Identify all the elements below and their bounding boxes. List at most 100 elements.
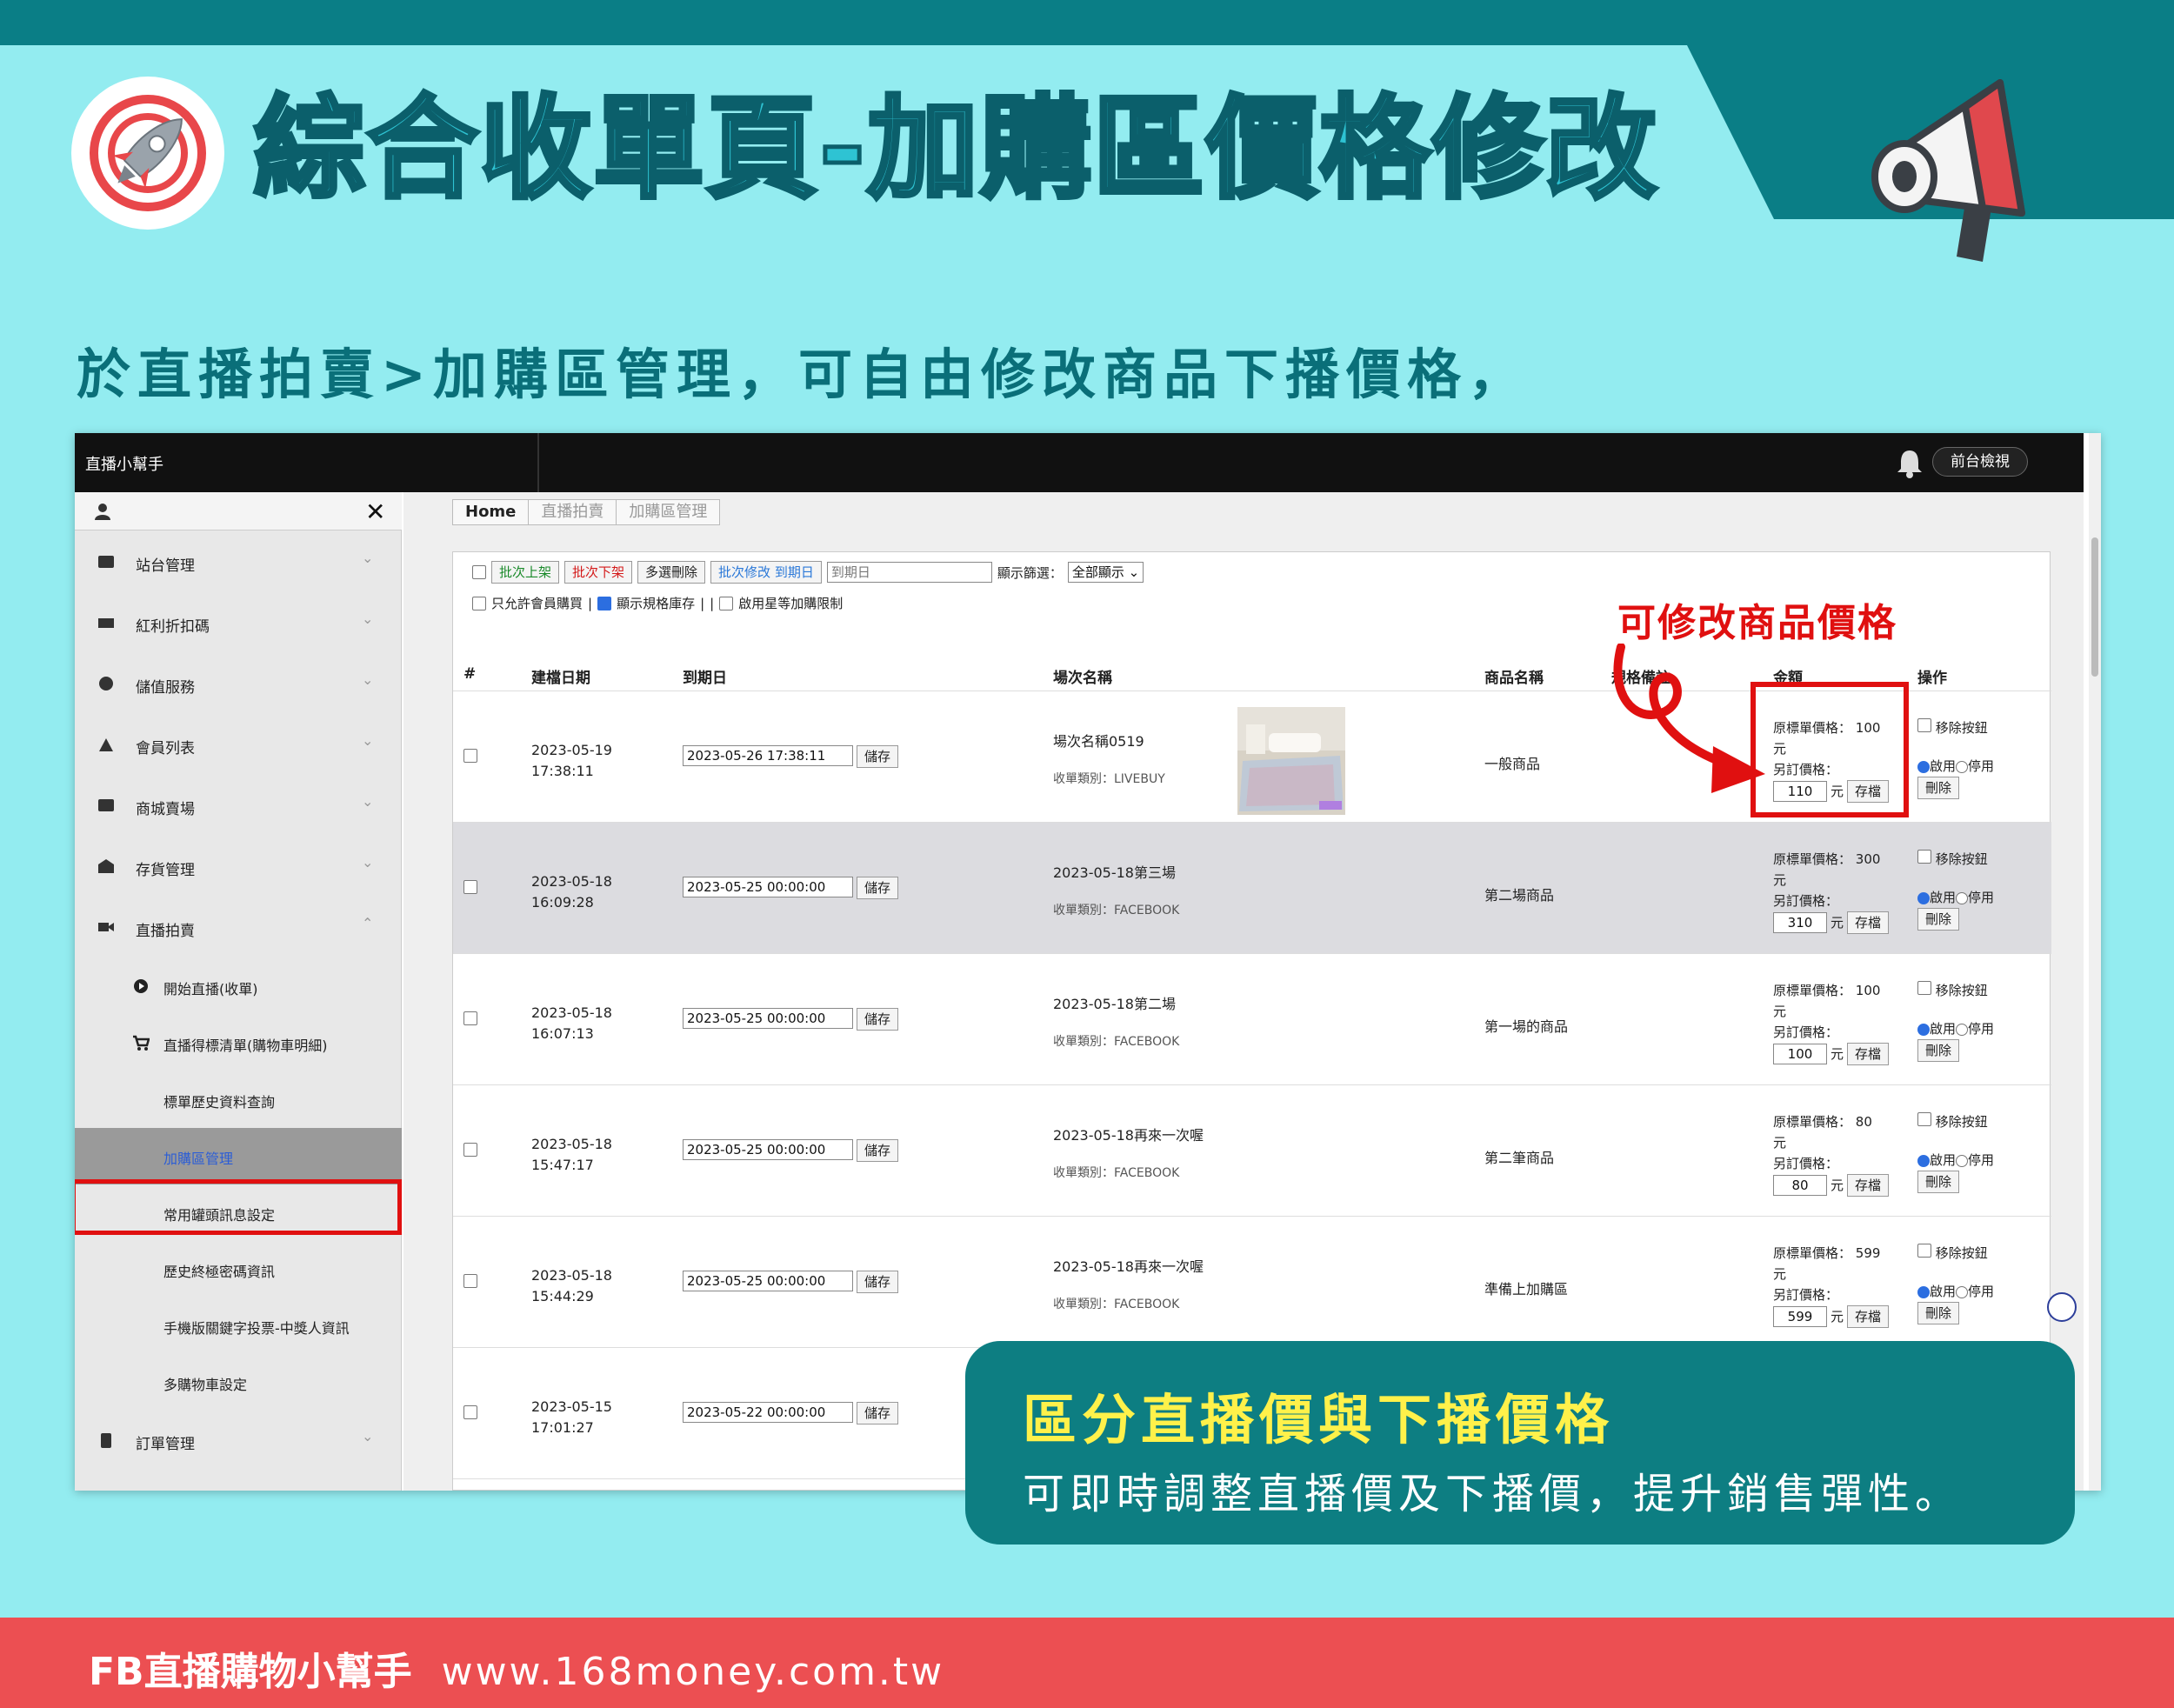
enable-radio[interactable] [1917,1023,1930,1036]
close-icon[interactable]: ✕ [365,497,385,526]
front-view-button[interactable]: 前台檢視 [1932,447,2028,477]
remove-button-checkbox[interactable] [1917,718,1931,732]
chevron-down-icon: ⌄ [362,732,374,749]
show-stock-checkbox[interactable] [597,596,612,610]
batch-on-button[interactable]: 批次上架 [491,561,560,584]
filter-select[interactable]: 全部顯示 ⌄ [1067,562,1144,583]
archive-button[interactable]: 存檔 [1847,1305,1890,1328]
disable-radio[interactable] [1956,1023,1969,1036]
toolbar-options: 只允許會員購買 | 顯示規格庫存 | | 啟用星等加購限制 [472,594,843,612]
save-button[interactable]: 儲存 [857,1271,899,1293]
sidebar-sub-history[interactable]: 標單歷史資料查詢 [75,1071,402,1128]
show-name: 2023-05-18再來一次喔 [1053,1258,1204,1275]
delete-button[interactable]: 刪除 [1917,1171,1960,1193]
product-thumbnail [1237,707,1345,815]
save-button[interactable]: 儲存 [857,877,899,899]
row-checkbox[interactable] [463,1405,477,1419]
disable-radio[interactable] [1956,1285,1969,1298]
row-checkbox[interactable] [463,1011,477,1025]
enable-radio[interactable] [1917,760,1930,773]
footer-url[interactable]: www.168money.com.tw [442,1650,945,1694]
sidebar-item-orders[interactable]: 訂單管理 ⌄ [75,1411,402,1471]
disable-radio[interactable] [1956,1154,1969,1167]
clipboard-icon [97,1431,115,1449]
ticket-icon [97,614,115,631]
expire-input[interactable]: 2023-05-25 00:00:00 [683,877,853,897]
disable-radio[interactable] [1956,891,1969,904]
delete-button[interactable]: 刪除 [1917,1039,1960,1062]
star-limit-checkbox[interactable] [719,596,734,610]
expire-input[interactable]: 2023-05-22 00:00:00 [683,1402,853,1423]
row-checkbox[interactable] [463,1274,477,1288]
table-row: 2023-05-18 16:09:28 2023-05-25 00:00:00 儲存… [453,823,2051,954]
video-icon [97,918,115,936]
show-name: 2023-05-18第二場 [1053,996,1176,1012]
breadcrumb-home[interactable]: Home [452,499,530,525]
new-price-input[interactable]: 100 [1773,1044,1827,1064]
top-band [0,0,2174,45]
footer: FB直播購物小幫手 www.168money.com.tw [0,1618,2174,1708]
sidebar-item-deposit[interactable]: 儲值服務 ⌄ [75,654,402,715]
sidebar-item-stock[interactable]: 存貨管理 ⌄ [75,837,402,897]
save-button[interactable]: 儲存 [857,1402,899,1424]
row-checkbox[interactable] [463,880,477,894]
batch-off-button[interactable]: 批次下架 [564,561,633,584]
archive-button[interactable]: 存檔 [1847,1174,1890,1197]
sidebar-sub-bid-list[interactable]: 直播得標清單(購物車明細) [75,1015,402,1071]
sidebar-item-site[interactable]: 站台管理 ⌄ [75,532,402,593]
sidebar-sub-multicart[interactable]: 多購物車設定 [75,1354,402,1411]
new-price-input[interactable]: 80 [1773,1175,1827,1196]
multi-delete-button[interactable]: 多選刪除 [637,561,706,584]
archive-button[interactable]: 存檔 [1847,1043,1890,1065]
select-all-checkbox[interactable] [472,565,486,579]
remove-button-checkbox[interactable] [1917,1112,1931,1126]
batch-expire-button[interactable]: 批次修改 到期日 [710,561,822,584]
scrollbar[interactable] [2089,433,2101,1491]
member-only-checkbox[interactable] [472,596,486,610]
sidebar-sub-start-live[interactable]: 開始直播(收單) [75,958,402,1015]
sidebar-item-shop[interactable]: 商城賣場 ⌄ [75,776,402,837]
row-checkbox[interactable] [463,1143,477,1157]
scrollbar-thumb[interactable] [2091,537,2098,677]
remove-button-checkbox[interactable] [1917,981,1931,995]
delete-button[interactable]: 刪除 [1917,777,1960,799]
sidebar: ✕ 站台管理 ⌄ 紅利折扣碼 ⌄ 儲值服務 ⌄ 會員列表 ⌄ 商城賣場 ⌄ 存貨管理 ⌄ 直… [75,492,402,1491]
sidebar-sub-password[interactable]: 歷史終極密碼資訊 [75,1241,402,1298]
toolbar: 批次上架 批次下架 多選刪除 批次修改 到期日 到期日 顯示篩選： 全部顯示 ⌄ [472,561,1144,584]
sidebar-sub-vote[interactable]: 手機版關鍵字投票-中獎人資訊 [75,1298,402,1354]
bell-icon[interactable] [1892,445,1927,480]
enable-radio[interactable] [1917,1285,1930,1298]
remove-button-checkbox[interactable] [1917,850,1931,864]
delete-button[interactable]: 刪除 [1917,1302,1960,1324]
disable-radio[interactable] [1956,760,1969,773]
new-price-input[interactable]: 310 [1773,912,1827,933]
archive-button[interactable]: 存檔 [1847,911,1890,934]
save-button[interactable]: 儲存 [857,1008,899,1031]
highlight-box-sidebar [75,1179,402,1235]
breadcrumb: Home 直播拍賣 加購區管理 [452,499,721,525]
sidebar-sub-addon[interactable]: 加購區管理 [75,1128,402,1184]
expire-input[interactable]: 2023-05-25 00:00:00 [683,1271,853,1291]
user-bar: ✕ [75,492,402,530]
enable-radio[interactable] [1917,891,1930,904]
expire-input[interactable]: 2023-05-26 17:38:11 [683,745,853,766]
expire-input[interactable]: 2023-05-25 00:00:00 [683,1008,853,1029]
row-checkbox[interactable] [463,749,477,763]
coin-icon [97,675,115,692]
new-price-input[interactable]: 599 [1773,1306,1827,1327]
breadcrumb-live[interactable]: 直播拍賣 [528,499,617,525]
breadcrumb-addon[interactable]: 加購區管理 [616,499,721,525]
sidebar-item-members[interactable]: 會員列表 ⌄ [75,715,402,776]
expire-input[interactable]: 2023-05-25 00:00:00 [683,1139,853,1160]
expire-date-input[interactable]: 到期日 [826,562,992,583]
annotation-label: 可修改商品價格 [1617,601,1897,645]
callout-box: 區分直播價與下播價格 可即時調整直播價及下播價，提升銷售彈性。 [965,1341,2075,1545]
sidebar-item-live[interactable]: 直播拍賣 ⌃ [75,897,402,958]
delete-button[interactable]: 刪除 [1917,908,1960,931]
save-button[interactable]: 儲存 [857,1139,899,1162]
enable-radio[interactable] [1917,1154,1930,1167]
sidebar-item-coupon[interactable]: 紅利折扣碼 ⌄ [75,593,402,654]
chat-bot-icon[interactable] [2047,1292,2077,1322]
remove-button-checkbox[interactable] [1917,1244,1931,1258]
save-button[interactable]: 儲存 [857,745,899,768]
